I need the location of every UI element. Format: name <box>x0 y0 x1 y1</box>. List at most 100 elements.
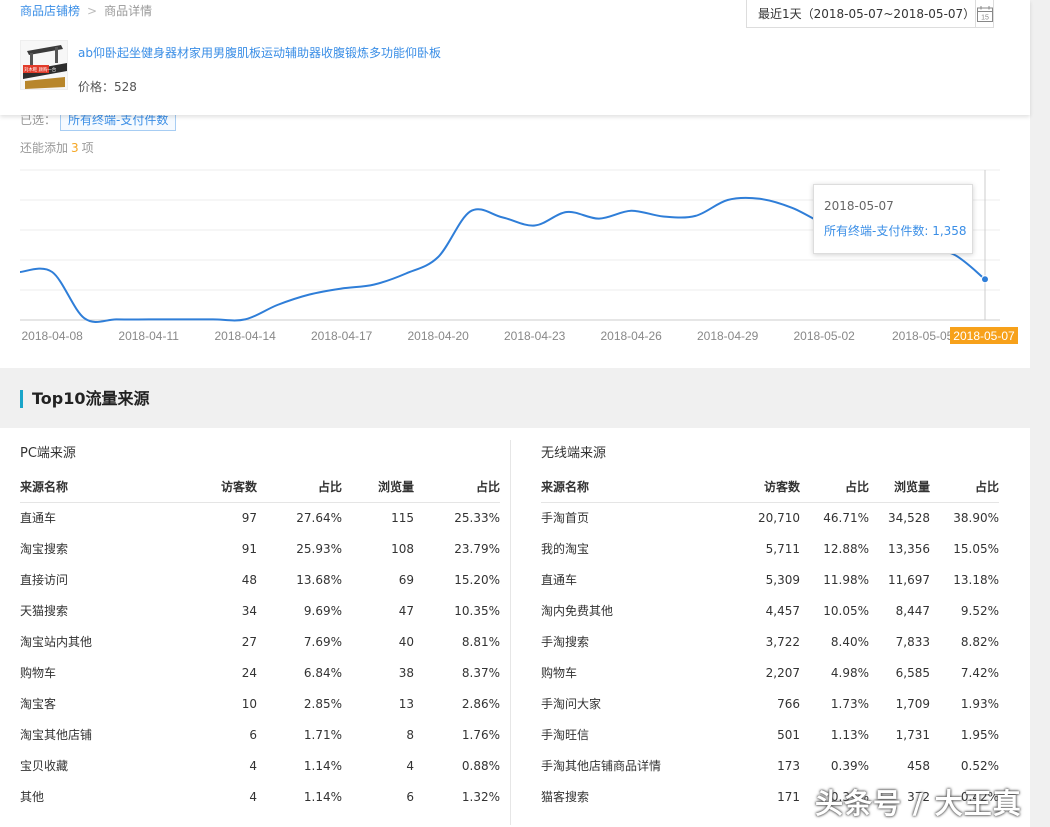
pageviews-cell: 458 <box>907 758 930 773</box>
table-row: 直通车 97 27.64% 115 25.33% <box>20 502 500 533</box>
selected-label: 已选： <box>20 113 57 127</box>
pageview-share-cell: 38.90% <box>953 510 999 525</box>
pageviews-cell: 34,528 <box>888 510 930 525</box>
x-tick-label: 2018-05-02 <box>793 329 855 343</box>
table-row: 淘宝客 10 2.85% 13 2.86% <box>20 688 500 719</box>
highlight-point[interactable] <box>981 275 989 284</box>
pageview-share-cell: 13.18% <box>953 572 999 587</box>
pageview-share-cell: 1.93% <box>960 696 999 711</box>
pageview-share-cell: 2.86% <box>461 696 500 711</box>
product-title[interactable]: ab仰卧起坐健身器材家用男腹肌板运动辅助器收腹锻炼多功能仰卧板 <box>78 44 441 61</box>
header-visitors: 访客数 <box>691 472 800 503</box>
visitors-cell: 27 <box>241 634 257 649</box>
product-price: 价格：528 <box>78 78 137 95</box>
pageviews-cell: 4 <box>406 758 414 773</box>
add-suffix: 项 <box>81 141 94 155</box>
price-value: 528 <box>114 80 137 94</box>
source-name-cell: 直接访问 <box>20 573 69 587</box>
source-name-cell: 直通车 <box>20 511 57 526</box>
pageviews-cell: 8 <box>406 727 414 742</box>
pc-sources-table: 来源名称 访客数 占比 浏览量 占比 直通车 97 27.64% 115 25.33% 淘… <box>20 472 500 812</box>
table-row: 宝贝收藏 4 1.14% 4 0.88% <box>20 750 500 781</box>
visitor-share-cell: 12.88% <box>823 541 869 556</box>
pageviews-cell: 13,356 <box>888 541 930 556</box>
visitor-share-cell: 1.13% <box>830 727 869 742</box>
pageview-share-cell: 1.76% <box>461 727 500 742</box>
visitors-cell: 24 <box>241 665 257 680</box>
tooltip-date: 2018-05-07 <box>824 199 894 213</box>
visitor-share-cell: 9.69% <box>303 603 342 618</box>
tooltip-series-label: 所有终端-支付件数 <box>824 224 925 238</box>
visitors-cell: 3,722 <box>765 634 800 649</box>
pageviews-cell: 108 <box>391 541 414 556</box>
visitor-share-cell: 13.68% <box>296 572 342 587</box>
visitors-cell: 97 <box>241 510 257 525</box>
source-name-cell: 购物车 <box>20 666 57 680</box>
visitor-share-cell: 8.40% <box>830 634 869 649</box>
source-name-cell: 淘宝其他店铺 <box>20 728 93 742</box>
table-row: 我的淘宝 5,711 12.88% 13,356 15.05% <box>541 533 999 564</box>
source-name-cell: 直通车 <box>541 573 578 587</box>
pageviews-cell: 47 <box>398 603 414 618</box>
source-name-cell: 购物车 <box>541 666 578 680</box>
pageview-share-cell: 0.52% <box>960 758 999 773</box>
pageviews-cell: 69 <box>398 572 414 587</box>
x-tick-label: 2018-04-26 <box>600 329 662 343</box>
breadcrumb-link[interactable]: 商品店铺榜 <box>20 4 80 18</box>
mobile-sources-table: 来源名称 访客数 占比 浏览量 占比 手淘首页 20,710 46.71% 34,52… <box>541 472 999 812</box>
price-label: 价格： <box>78 80 115 94</box>
pageviews-cell: 7,833 <box>895 634 930 649</box>
section-header: Top10流量来源 <box>0 368 1030 428</box>
visitor-share-cell: 6.84% <box>303 665 342 680</box>
visitor-share-cell: 11.98% <box>823 572 869 587</box>
table-row: 淘内免费其他 4,457 10.05% 8,447 9.52% <box>541 595 999 626</box>
visitor-share-cell: 1.14% <box>303 789 342 804</box>
visitors-cell: 34 <box>241 603 257 618</box>
source-name-cell: 淘宝站内其他 <box>20 635 93 649</box>
header-visitor-share: 占比 <box>800 472 869 503</box>
source-name-cell: 猫客搜索 <box>541 790 590 804</box>
pageviews-cell: 6,585 <box>895 665 930 680</box>
visitors-cell: 2,207 <box>765 665 800 680</box>
x-tick-label: 2018-05-07 <box>953 329 1015 343</box>
pageviews-cell: 11,697 <box>888 572 930 587</box>
column-divider <box>510 440 511 825</box>
source-name-cell: 淘内免费其他 <box>541 604 614 618</box>
visitors-cell: 91 <box>241 541 257 556</box>
table-row: 天猫搜索 34 9.69% 47 10.35% <box>20 595 500 626</box>
x-tick-label: 2018-04-29 <box>697 329 759 343</box>
pc-sources-block: PC端来源 来源名称 访客数 占比 浏览量 占比 直通车 97 27.64% 115 2… <box>20 436 500 812</box>
source-name-cell: 我的淘宝 <box>541 542 590 556</box>
tooltip-value: 所有终端-支付件数: 1,358 <box>824 222 967 239</box>
source-name-cell: 天猫搜索 <box>20 604 69 618</box>
visitor-share-cell: 4.98% <box>830 665 869 680</box>
header-pageviews: 浏览量 <box>342 472 414 503</box>
visitors-cell: 171 <box>777 789 800 804</box>
header-source-name: 来源名称 <box>541 472 691 503</box>
x-tick-label: 2018-04-23 <box>504 329 566 343</box>
header-visitors: 访客数 <box>170 472 257 503</box>
pageview-share-cell: 15.20% <box>454 572 500 587</box>
add-metric-hint: 还能添加 3 项 <box>20 139 94 156</box>
visitors-cell: 10 <box>241 696 257 711</box>
pageview-share-cell: 15.05% <box>953 541 999 556</box>
pageviews-cell: 1,731 <box>895 727 930 742</box>
product-thumbnail[interactable]: 刘木鞋 颜购一台 <box>20 40 68 90</box>
table-row: 淘宝站内其他 27 7.69% 40 8.81% <box>20 626 500 657</box>
visitors-cell: 20,710 <box>758 510 800 525</box>
visitor-share-cell: 7.69% <box>303 634 342 649</box>
svg-text:15: 15 <box>981 14 989 21</box>
section-title: Top10流量来源 <box>20 390 150 408</box>
date-range-picker[interactable]: 最近1天（2018-05-07~2018-05-07） 15 <box>746 0 994 28</box>
pageview-share-cell: 0.88% <box>461 758 500 773</box>
pageviews-cell: 13 <box>398 696 414 711</box>
visitor-share-cell: 46.71% <box>823 510 869 525</box>
pageview-share-cell: 10.35% <box>454 603 500 618</box>
table-row: 直通车 5,309 11.98% 11,697 13.18% <box>541 564 999 595</box>
pageview-share-cell: 9.52% <box>960 603 999 618</box>
header-pageview-share: 占比 <box>930 472 999 503</box>
calendar-icon[interactable]: 15 <box>975 0 994 28</box>
breadcrumb-separator-icon: > <box>87 4 98 18</box>
pageviews-cell: 38 <box>398 665 414 680</box>
pageviews-cell: 40 <box>398 634 414 649</box>
